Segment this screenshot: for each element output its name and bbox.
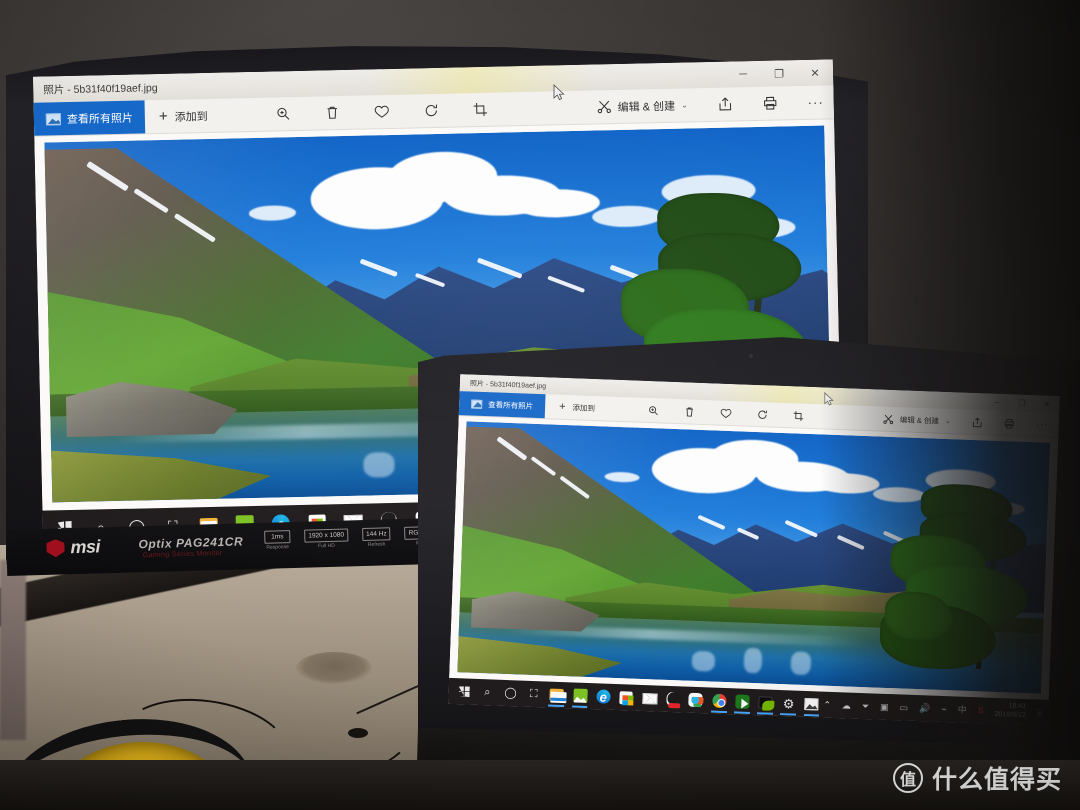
delete-icon[interactable]	[325, 105, 340, 120]
maximize-button[interactable]: ❐	[761, 60, 798, 87]
add-to-label: 添加到	[572, 402, 596, 413]
plus-icon: +	[158, 107, 168, 126]
wall-left-edge	[0, 560, 26, 740]
lake-reflection	[691, 650, 716, 672]
zoom-icon[interactable]	[648, 405, 659, 416]
add-to-button[interactable]: + 添加到	[145, 107, 222, 125]
taskbar-settings[interactable]: ⚙	[777, 690, 801, 717]
print-icon[interactable]	[763, 96, 778, 111]
chrome-icon	[711, 693, 727, 709]
gear-icon: ⚙	[782, 695, 795, 712]
view-all-photos-button[interactable]: 查看所有照片	[458, 391, 546, 419]
monitor-model-name: Optix PAG241CR	[138, 534, 244, 552]
taskbar-search[interactable]: ⌕	[475, 679, 499, 706]
window-title: 照片 - 5b31f40f19aef.jpg	[469, 379, 547, 390]
taskbar-cloud-app[interactable]	[684, 687, 708, 714]
folder-icon	[549, 688, 565, 702]
taskbar-mail[interactable]	[638, 685, 662, 712]
add-to-label: 添加到	[174, 110, 208, 124]
smzdm-watermark-text: 什么值得买	[931, 766, 1062, 794]
edit-create-button[interactable]: 编辑 & 创建 ⌄	[596, 97, 688, 115]
edge-icon	[595, 689, 611, 704]
photo-scene: AKG 照片 - 5b31f40f19aef.jpg ─ ❐ ✕	[0, 0, 1080, 810]
taskbar-task-view[interactable]: ⛶	[522, 681, 546, 708]
zoom-icon[interactable]	[276, 106, 291, 121]
taskbar-green-picture-app[interactable]	[568, 682, 592, 709]
desk-antenna-base	[348, 728, 368, 738]
windows-start-icon	[459, 686, 470, 697]
window-title: 照片 - 5b31f40f19aef.jpg	[43, 81, 158, 97]
delete-icon[interactable]	[684, 406, 695, 417]
view-all-photos-button[interactable]: 查看所有照片	[33, 100, 146, 136]
view-all-photos-label: 查看所有照片	[488, 399, 534, 411]
window-controls: ─ ❐ ✕	[725, 59, 834, 87]
taskbar-file-explorer[interactable]	[545, 681, 569, 708]
msi-brand-text: msi	[70, 536, 101, 558]
toolbar-right-group: 编辑 & 创建 ⌄ ···	[596, 94, 833, 115]
qq-penguin-icon	[666, 691, 680, 707]
taskbar-store[interactable]	[614, 684, 638, 711]
crop-icon[interactable]	[793, 410, 804, 421]
msi-dragon-shield-icon	[46, 539, 64, 557]
feature-badge: 144 Hz Refresh	[361, 527, 391, 548]
green-picture-icon	[572, 688, 588, 703]
cortana-circle-icon: ◯	[504, 686, 517, 699]
taskbar-cortana[interactable]: ◯	[498, 680, 522, 707]
cloud-atom-icon	[688, 692, 704, 708]
edit-create-label: 编辑 & 创建	[617, 100, 676, 114]
nvidia-icon	[758, 696, 773, 709]
view-all-photos-label: 查看所有照片	[66, 112, 134, 126]
minimize-button[interactable]: ─	[725, 61, 762, 88]
task-view-icon: ⛶	[529, 687, 538, 700]
rotate-icon[interactable]	[757, 409, 768, 420]
chevron-down-icon[interactable]: ⌄	[681, 101, 688, 110]
toolbar-center-icons	[648, 405, 804, 422]
toolbar-center-icons	[276, 102, 488, 122]
favorite-icon[interactable]	[374, 104, 390, 119]
monitor-sub-model: Gaming Series Monitor	[142, 549, 223, 560]
plus-icon: +	[558, 400, 566, 413]
store-icon	[619, 690, 634, 705]
taskbar-chrome[interactable]	[707, 687, 731, 714]
add-to-button[interactable]: + 添加到	[545, 400, 609, 414]
crop-icon[interactable]	[473, 102, 488, 117]
smzdm-badge-icon: 值	[892, 763, 923, 793]
lake-reflection	[790, 651, 812, 676]
taskbar-edge[interactable]	[591, 683, 615, 710]
laptop-webcam	[749, 354, 753, 358]
scissors-icon	[597, 100, 611, 114]
feature-badge: 1ms Response	[264, 530, 291, 551]
smzdm-watermark: 值 什么值得买	[892, 760, 1062, 796]
right-dark-falloff	[820, 0, 1080, 760]
feature-badge: 1920 x 1080 Full HD	[304, 528, 349, 550]
green-play-icon	[735, 694, 750, 709]
taskbar-start-button[interactable]	[452, 678, 476, 705]
favorite-icon[interactable]	[720, 407, 732, 418]
search-icon: ⌕	[484, 685, 491, 698]
lake-reflection	[743, 647, 763, 674]
lake-reflection	[363, 451, 395, 478]
mail-icon	[641, 692, 658, 705]
taskbar-qq[interactable]	[661, 686, 685, 713]
taskbar-media-player[interactable]	[730, 688, 754, 715]
photos-icon	[804, 697, 820, 711]
rotate-icon[interactable]	[424, 103, 439, 118]
photos-thumbnail-icon	[471, 399, 483, 409]
msi-logo: msi	[46, 536, 100, 558]
taskbar-nvidia[interactable]	[753, 689, 777, 716]
share-icon[interactable]	[718, 97, 733, 112]
photos-thumbnail-icon	[45, 112, 62, 126]
